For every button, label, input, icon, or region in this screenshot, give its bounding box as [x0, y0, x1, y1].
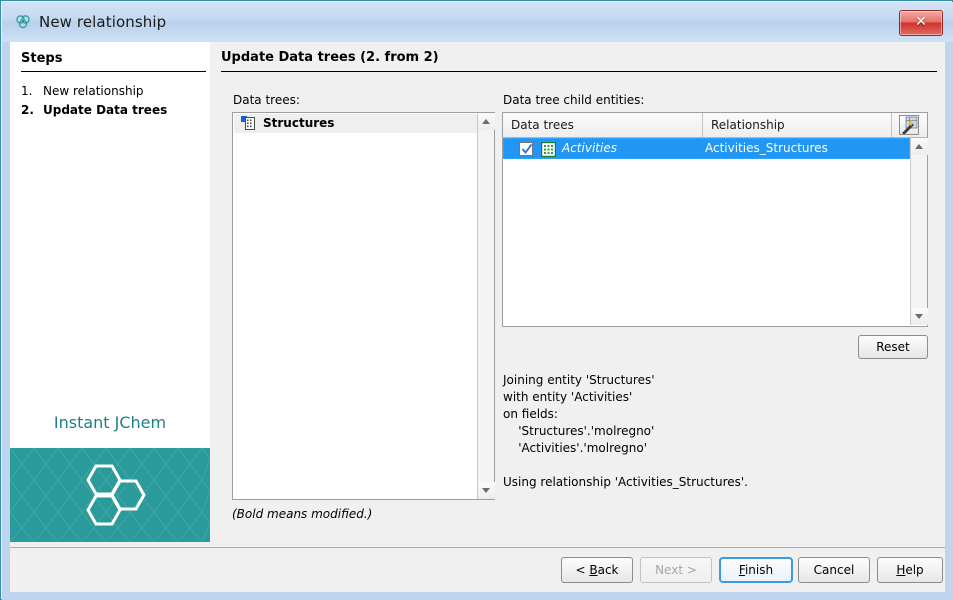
dialog-window: New relationship ✕ Steps 1.New relations…	[0, 0, 953, 600]
step-label: Update Data trees	[43, 103, 167, 117]
steps-heading: Steps	[21, 51, 62, 66]
data-tree-icon	[241, 116, 256, 131]
child-entities-table[interactable]: Data trees Relationship	[502, 112, 928, 327]
scroll-up-button[interactable]	[911, 138, 928, 155]
table-scrollbar[interactable]	[910, 138, 927, 325]
step-number: 1.	[21, 84, 43, 98]
chevron-down-icon	[915, 314, 923, 319]
column-chooser-cell[interactable]	[892, 113, 927, 137]
data-trees-tree[interactable]: Structures	[232, 112, 495, 500]
column-header-relationship[interactable]: Relationship	[703, 113, 892, 137]
scroll-down-button[interactable]	[911, 308, 928, 325]
close-icon: ✕	[900, 11, 942, 35]
dialog-button-bar: < Back Next > Finish Cancel Help	[10, 547, 945, 592]
scroll-down-button[interactable]	[478, 482, 495, 499]
hexagon-molecule-logo	[10, 448, 210, 542]
help-button[interactable]: Help	[877, 557, 943, 583]
join-description: Joining entity 'Structures' with entity …	[503, 372, 903, 491]
table-body: Activities Activities_Structures	[503, 138, 910, 325]
chevron-up-icon	[482, 119, 490, 124]
reset-button[interactable]: Reset	[858, 335, 928, 359]
entity-grid-icon	[541, 142, 556, 157]
bold-means-modified-note: (Bold means modified.)	[232, 507, 372, 521]
window-title: New relationship	[39, 13, 166, 31]
molecule-icon	[14, 13, 32, 31]
row-checkbox[interactable]	[519, 142, 533, 156]
steps-divider	[21, 71, 206, 72]
scroll-up-button[interactable]	[478, 113, 495, 130]
table-row[interactable]: Activities Activities_Structures	[503, 138, 910, 159]
close-button[interactable]: ✕	[899, 10, 943, 36]
step-number: 2.	[21, 103, 43, 117]
page-title: Update Data trees (2. from 2)	[221, 50, 439, 65]
finish-button[interactable]: Finish	[719, 557, 793, 583]
row-relationship-name: Activities_Structures	[705, 141, 828, 155]
tree-scrollbar[interactable]	[477, 113, 494, 499]
main-panel: Update Data trees (2. from 2) Data trees…	[210, 42, 945, 542]
table-header: Data trees Relationship	[503, 113, 927, 138]
button-bar-divider	[10, 547, 945, 548]
column-chooser-wand-icon	[899, 115, 919, 135]
brand-name: Instant JChem	[10, 413, 210, 432]
sidebar-step-new-relationship: 1.New relationship	[21, 84, 144, 98]
cancel-button[interactable]: Cancel	[798, 557, 870, 583]
chevron-up-icon	[915, 144, 923, 149]
title-bar: New relationship ✕	[2, 2, 953, 42]
row-entity-name: Activities	[562, 141, 617, 155]
steps-sidebar: Steps 1.New relationship 2.Update Data t…	[10, 42, 210, 542]
sidebar-step-update-data-trees: 2.Update Data trees	[21, 103, 167, 117]
data-trees-label: Data trees:	[233, 93, 300, 107]
tree-item-label: Structures	[263, 116, 334, 130]
next-button[interactable]: Next >	[640, 557, 712, 583]
logo-mark	[72, 460, 148, 530]
column-header-data-trees[interactable]: Data trees	[503, 113, 703, 137]
back-button[interactable]: < Back	[561, 557, 633, 583]
chevron-down-icon	[482, 488, 490, 493]
page-title-divider	[221, 71, 937, 72]
tree-item-structures[interactable]: Structures	[234, 114, 478, 133]
child-entities-label: Data tree child entities:	[503, 93, 644, 107]
step-label: New relationship	[43, 84, 144, 98]
